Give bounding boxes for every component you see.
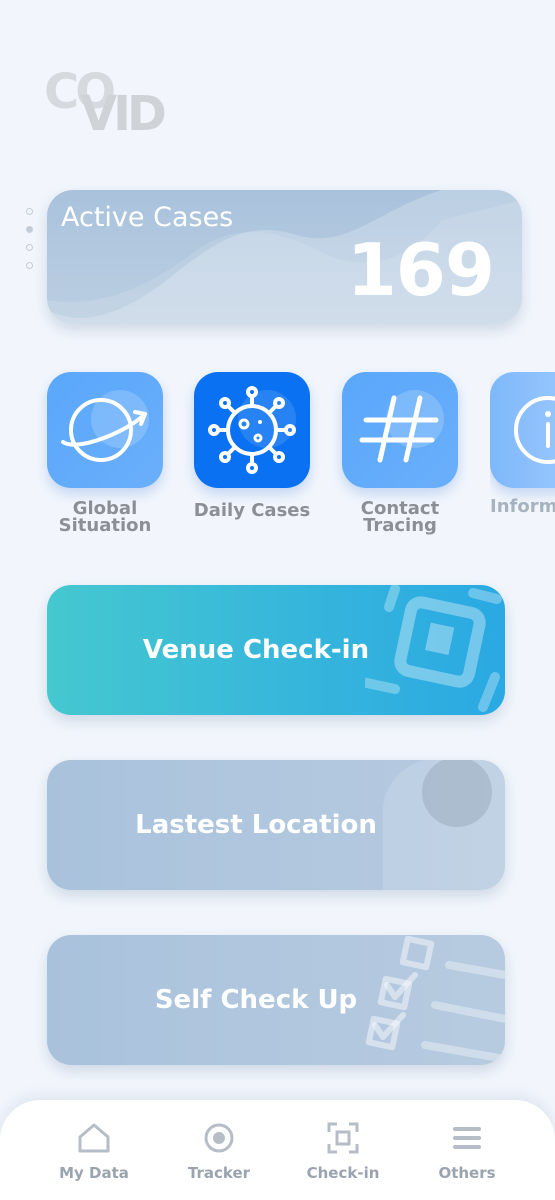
location-pin-icon [383, 760, 505, 890]
latest-location-button[interactable]: Lastest Location [47, 760, 505, 890]
category-information[interactable]: Inform [490, 372, 555, 515]
category-label: Contact Tracing [341, 500, 459, 536]
category-label-line: Inform [490, 496, 555, 516]
tab-label: Tracker [187, 1164, 251, 1182]
venue-checkin-button[interactable]: Venue Check-in [47, 585, 505, 715]
carousel-dot-active[interactable] [26, 226, 33, 233]
latest-location-label: Lastest Location [135, 810, 377, 840]
tab-label: Others [438, 1164, 496, 1182]
carousel-indicator [26, 208, 36, 280]
self-checkup-button[interactable]: Self Check Up [47, 935, 505, 1065]
tab-others[interactable]: Others [417, 1122, 517, 1182]
tab-tracker[interactable]: Tracker [169, 1122, 269, 1182]
category-global-situation[interactable]: Global Situation [46, 372, 164, 536]
globe-icon [61, 398, 147, 462]
category-tile[interactable] [342, 372, 458, 488]
carousel-dot[interactable] [26, 208, 33, 215]
category-tile[interactable] [490, 372, 555, 488]
home-icon [78, 1123, 110, 1153]
tab-label: My Data [59, 1164, 129, 1182]
category-label-line: Situation [58, 515, 152, 536]
category-label: Global Situation [46, 500, 164, 536]
bottom-tab-bar: My Data Tracker Check-in Others [0, 1100, 555, 1200]
carousel-dot[interactable] [26, 244, 33, 251]
hashtag-icon [359, 395, 439, 463]
category-tile[interactable] [194, 372, 310, 488]
app-logo: CO VID [44, 64, 174, 142]
virus-icon [208, 386, 296, 474]
self-checkup-label: Self Check Up [154, 985, 358, 1015]
category-label-line: Daily Cases [193, 500, 311, 521]
category-contact-tracing[interactable]: Contact Tracing [341, 372, 459, 536]
scan-icon [327, 1122, 359, 1154]
logo-text-vid: VID [80, 86, 167, 142]
category-label: Daily Cases [193, 500, 311, 521]
tab-my-data[interactable]: My Data [44, 1122, 144, 1182]
category-tile[interactable] [47, 372, 163, 488]
category-label-line: Tracing [363, 515, 437, 536]
target-icon [204, 1123, 234, 1153]
tab-check-in[interactable]: Check-in [293, 1122, 393, 1182]
carousel-dot[interactable] [26, 262, 33, 269]
category-daily-cases[interactable]: Daily Cases [193, 372, 311, 521]
active-cases-label: Active Cases [61, 202, 234, 233]
tab-label: Check-in [306, 1164, 380, 1182]
active-cases-card[interactable]: Active Cases 169 [47, 190, 522, 324]
info-icon [514, 396, 555, 464]
category-label: Inform [490, 496, 555, 516]
category-row: Global Situation Daily Cases Contact Tra… [0, 372, 555, 552]
qr-scan-icon [365, 585, 502, 712]
venue-checkin-label: Venue Check-in [142, 635, 370, 665]
menu-icon [453, 1127, 481, 1149]
active-cases-count: 169 [346, 228, 495, 312]
checklist-icon [365, 935, 505, 1063]
